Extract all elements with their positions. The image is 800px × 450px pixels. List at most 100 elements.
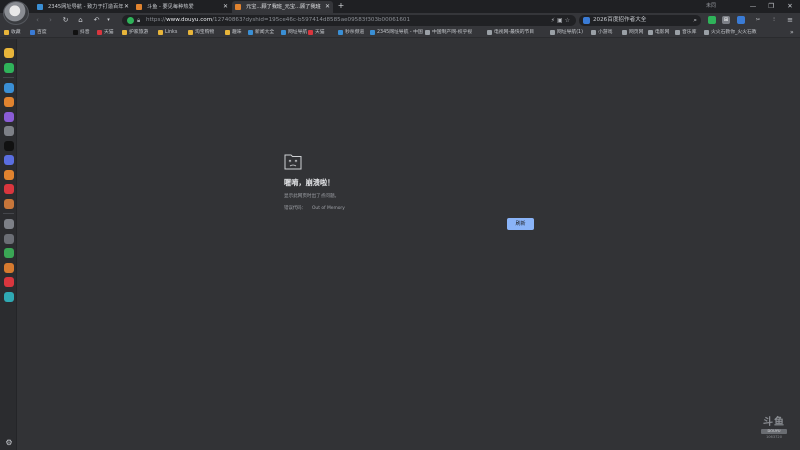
bookmark-item[interactable]: 收藏 xyxy=(4,28,21,38)
bookmark-item[interactable]: 百度 xyxy=(30,28,47,38)
bookmark-item[interactable]: 电影网 xyxy=(648,28,669,38)
sidebar-divider xyxy=(3,77,14,78)
bookmark-label: 天猫 xyxy=(315,30,325,35)
bookmark-item[interactable]: 音乐库 xyxy=(675,28,696,38)
settings-gear-icon[interactable]: ⚙ xyxy=(4,438,14,448)
extension-green-icon[interactable] xyxy=(708,16,716,24)
tab-title: 2345网址导航 - 致力于打造百年 xyxy=(48,4,124,10)
photo-icon[interactable] xyxy=(4,219,14,229)
frog-icon[interactable] xyxy=(4,248,14,258)
url-text[interactable]: https://www.douyu.com/12740863?dyshid=19… xyxy=(146,15,536,26)
tab-favicon xyxy=(37,4,43,10)
bookmark-item[interactable]: Links xyxy=(158,28,177,38)
tab-close-icon[interactable]: ✕ xyxy=(325,1,330,13)
extension-grid-icon[interactable]: ⊞ xyxy=(722,16,730,24)
bookmark-icon xyxy=(73,30,78,35)
minimize-button[interactable]: — xyxy=(744,0,762,13)
address-bar[interactable]: 🔒︎ https://www.douyu.com/12740863?dyshid… xyxy=(122,15,576,26)
bookmark-item[interactable]: 天猫 xyxy=(308,28,325,38)
bookmark-item[interactable]: 天猫 xyxy=(97,28,114,38)
avatar-app-icon[interactable] xyxy=(4,234,14,244)
bookmark-label: 网页网 xyxy=(629,30,644,35)
bookmark-item[interactable]: 网址导航(1) xyxy=(550,28,583,38)
chevron-down-icon[interactable]: ▾ xyxy=(103,15,114,26)
bookmark-icon xyxy=(550,30,555,35)
bookmark-item[interactable]: 2345网址导航 - 中国 xyxy=(370,28,423,38)
tab-close-icon[interactable]: ✕ xyxy=(124,1,129,13)
bookmark-item[interactable]: 淘宝购物 xyxy=(188,28,214,38)
bookmark-label: 网址导航(1) xyxy=(557,30,583,35)
tab-douyu[interactable]: 斗鱼 - 要见每种热爱 ✕ xyxy=(133,1,231,13)
video-icon[interactable] xyxy=(4,277,14,287)
bookmark-label: 收藏 xyxy=(11,30,21,35)
bookmark-label: 小游戏 xyxy=(598,30,613,35)
search-box[interactable]: 2026百度招作者大全 ⌕ xyxy=(579,15,701,26)
tab-active[interactable]: 元宝...顾了我班_元宝...顾了我班 ✕ xyxy=(232,1,333,13)
crash-description: 显示此网页时出了点问题。 xyxy=(284,194,340,199)
bookmark-label: 火火石教你_火火石教 xyxy=(711,30,757,35)
bookmark-icon xyxy=(675,30,680,35)
tab-close-icon[interactable]: ✕ xyxy=(223,1,228,13)
back-button[interactable]: ‹ xyxy=(32,15,43,26)
bookmark-item[interactable]: 中国制产网-权乎视 xyxy=(425,28,472,38)
tab-2345-navigation[interactable]: 2345网址导航 - 致力于打造百年 ✕ xyxy=(34,1,132,13)
reload-button[interactable]: ↻ xyxy=(60,15,71,26)
chat-icon[interactable] xyxy=(4,63,14,73)
bookmark-item[interactable]: 抖音 xyxy=(73,28,90,38)
controller-icon[interactable] xyxy=(4,112,14,122)
forward-button[interactable]: › xyxy=(45,15,56,26)
bookmark-label: Links xyxy=(165,30,178,35)
bookmark-item[interactable]: 网址导航 xyxy=(281,28,307,38)
apps-icon[interactable]: ⁝ xyxy=(770,16,778,24)
shield-icon[interactable] xyxy=(127,17,134,24)
error-code: 错误代码： Out of Memory xyxy=(284,206,345,211)
bookmarks-more-button[interactable]: » xyxy=(790,28,794,38)
tv-icon[interactable] xyxy=(4,292,14,302)
bookmark-item[interactable]: 秒杀频道 xyxy=(338,28,364,38)
undo-close-button[interactable]: ↶ xyxy=(91,15,102,26)
tab-favicon xyxy=(235,4,241,10)
menu-icon[interactable]: ≡ xyxy=(786,16,794,24)
bookmark-label: 趣味 xyxy=(232,30,242,35)
reload-page-button[interactable]: 刷新 xyxy=(507,218,534,230)
restore-button[interactable]: ❐ xyxy=(762,0,780,13)
tab-favicon xyxy=(136,4,142,10)
lock-icon[interactable]: 🔒︎ xyxy=(137,16,140,25)
bookmark-item[interactable]: 新闻大全 xyxy=(248,28,274,38)
mascot-icon[interactable] xyxy=(4,126,14,136)
new-tab-button[interactable]: + xyxy=(336,1,346,12)
game2-icon[interactable] xyxy=(4,199,14,209)
bookmark-label: 网址导航 xyxy=(288,30,308,35)
bookmark-item[interactable]: 小游戏 xyxy=(591,28,612,38)
scissors-icon[interactable]: ✂ xyxy=(754,16,762,24)
extension-blue-icon[interactable] xyxy=(737,16,745,24)
home-button[interactable]: ⌂ xyxy=(75,15,86,26)
bookmark-label: 天猫 xyxy=(104,30,114,35)
search-input[interactable]: 2026百度招作者大全 xyxy=(593,15,646,26)
search-icon[interactable]: ⌕ xyxy=(693,15,697,26)
bookmark-icon xyxy=(487,30,492,35)
search-engine-icon[interactable] xyxy=(583,17,590,24)
bookmark-item[interactable]: 护家旅游 xyxy=(122,28,148,38)
bookmark-label: 淘宝购物 xyxy=(195,30,215,35)
profile-avatar[interactable] xyxy=(3,1,29,25)
cloud-icon[interactable] xyxy=(4,83,14,93)
puzzle-icon[interactable] xyxy=(4,263,14,273)
bookmark-label: 音乐库 xyxy=(682,30,697,35)
bookmark-item[interactable]: 网页网 xyxy=(622,28,643,38)
bookmark-icon xyxy=(281,30,286,35)
gear-app-icon[interactable] xyxy=(4,155,14,165)
bookmark-item[interactable]: 火火石教你_火火石教 xyxy=(704,28,757,38)
rss-icon[interactable] xyxy=(4,170,14,180)
bookmark-item[interactable]: 电视网-最快的节目 xyxy=(487,28,534,38)
weibo-icon[interactable] xyxy=(4,184,14,194)
bookmark-item[interactable]: 趣味 xyxy=(225,28,242,38)
sidebar-divider xyxy=(3,213,14,214)
game-icon[interactable] xyxy=(4,97,14,107)
close-window-button[interactable]: ✕ xyxy=(780,0,800,13)
tiktok-icon[interactable] xyxy=(4,141,14,151)
bookmark-icon xyxy=(4,30,9,35)
address-bar-actions[interactable]: ⚡▣☆ xyxy=(551,15,572,26)
star-icon[interactable] xyxy=(4,48,14,58)
user-label[interactable]: 未同 xyxy=(706,0,716,12)
